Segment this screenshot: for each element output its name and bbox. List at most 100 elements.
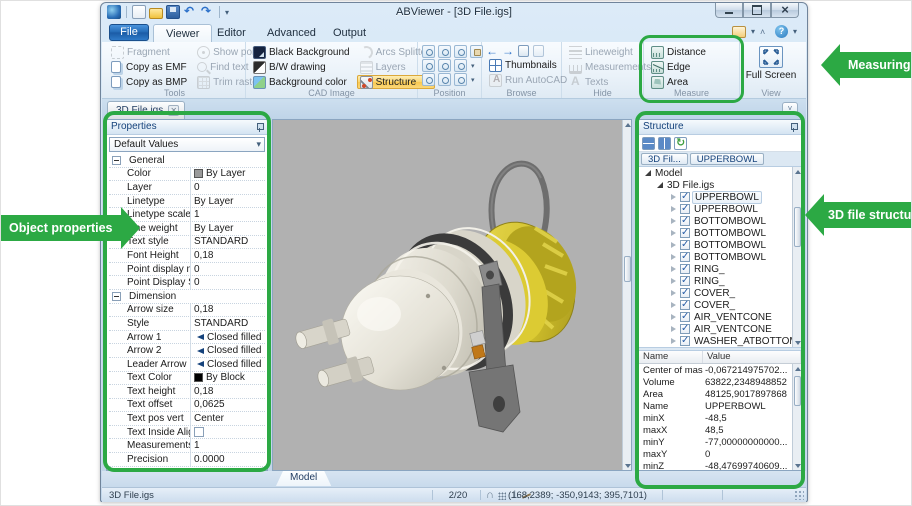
split-horizontal-icon[interactable] — [642, 137, 655, 150]
collapsed-icon[interactable] — [671, 254, 676, 260]
column-value[interactable]: Value — [703, 351, 801, 363]
close-tab-icon[interactable]: ✕ — [168, 105, 180, 116]
tree-node-model[interactable]: Model — [639, 167, 792, 179]
tab-advanced[interactable]: Advanced — [255, 24, 328, 42]
minimize-button[interactable] — [715, 3, 743, 18]
collapsed-icon[interactable] — [671, 338, 676, 344]
checkbox-icon[interactable] — [194, 427, 204, 438]
copy-as-bmp-button[interactable]: Copy as BMP — [108, 75, 190, 89]
panel-expander-icon[interactable]: ˅ — [782, 102, 798, 115]
checkbox-checked-icon[interactable] — [680, 311, 690, 322]
zoom-window-icon[interactable] — [438, 45, 451, 58]
scrollbar-thumb[interactable] — [794, 376, 801, 406]
property-value[interactable]: 0.0000 — [191, 454, 265, 465]
tree-item-bottombowl[interactable]: BOTTOMBOWL — [639, 227, 792, 239]
tree-item-ring[interactable]: RING_ — [639, 263, 792, 275]
maximize-button[interactable] — [743, 3, 771, 18]
viewport-3d[interactable] — [272, 119, 632, 471]
checkbox-checked-icon[interactable] — [680, 323, 690, 334]
property-value[interactable]: 0 — [191, 264, 265, 275]
collapsed-icon[interactable] — [671, 302, 676, 308]
breadcrumb-file[interactable]: 3D Fil... — [641, 153, 688, 165]
info-row-minx[interactable]: minX -48,5 — [639, 412, 792, 424]
previous-view-icon[interactable] — [422, 45, 435, 58]
property-value[interactable]: 1 — [191, 440, 265, 451]
scroll-down-icon[interactable] — [624, 461, 631, 470]
info-row-maxx[interactable]: maxX 48,5 — [639, 424, 792, 436]
background-color-button[interactable]: Background color — [250, 75, 353, 89]
expanded-icon[interactable] — [657, 182, 663, 188]
collapsed-icon[interactable] — [671, 218, 676, 224]
fit-to-screen-icon[interactable] — [438, 59, 451, 72]
checkbox-checked-icon[interactable] — [680, 299, 690, 310]
collapsed-icon[interactable] — [671, 290, 676, 296]
property-value[interactable]: Closed filled — [191, 332, 265, 343]
checkbox-checked-icon[interactable] — [680, 251, 690, 262]
scrollbar-thumb[interactable] — [794, 207, 801, 247]
property-value[interactable] — [191, 427, 265, 438]
tab-editor[interactable]: Editor — [205, 24, 258, 42]
tree-item-bottombowl[interactable]: BOTTOMBOWL — [639, 215, 792, 227]
checkbox-checked-icon[interactable] — [680, 263, 690, 274]
property-value[interactable]: STANDARD — [191, 318, 265, 329]
tree-item-bottombowl[interactable]: BOTTOMBOWL — [639, 239, 792, 251]
checkbox-checked-icon[interactable] — [680, 215, 690, 226]
view-3d-icon[interactable] — [422, 73, 435, 86]
collapse-icon[interactable] — [112, 155, 121, 165]
black-background-button[interactable]: Black Background — [250, 45, 353, 59]
rotate-icon[interactable] — [438, 73, 451, 86]
forward-icon[interactable]: → — [502, 45, 514, 57]
help-caret-icon[interactable]: ▾ — [793, 27, 797, 36]
file-menu-button[interactable]: File — [109, 24, 149, 41]
property-value[interactable]: 0,18 — [191, 250, 265, 261]
orbit-icon[interactable] — [454, 73, 467, 86]
collapsed-icon[interactable] — [671, 314, 676, 320]
collapsed-icon[interactable] — [671, 266, 676, 272]
collapsed-icon[interactable] — [671, 206, 676, 212]
info-row-maxy[interactable]: maxY 0 — [639, 448, 792, 460]
collapsed-icon[interactable] — [671, 326, 676, 332]
tree-scrollbar[interactable] — [792, 167, 801, 347]
checkbox-checked-icon[interactable] — [680, 203, 690, 214]
collapsed-icon[interactable] — [671, 278, 676, 284]
checkbox-checked-icon[interactable] — [680, 335, 690, 346]
property-value[interactable]: By Layer — [191, 223, 265, 234]
checkbox-checked-icon[interactable] — [680, 287, 690, 298]
split-vertical-icon[interactable] — [658, 137, 671, 150]
tree-item-cover[interactable]: COVER_ — [639, 299, 792, 311]
collapse-ribbon-icon[interactable]: ˄ — [760, 27, 770, 37]
scroll-up-icon[interactable] — [624, 120, 631, 129]
checkbox-checked-icon[interactable] — [680, 191, 690, 202]
scrollbar-thumb[interactable] — [624, 256, 631, 282]
property-value[interactable]: By Block — [191, 372, 265, 383]
expanded-icon[interactable] — [645, 170, 651, 176]
grid-snap-icon[interactable] — [498, 492, 506, 500]
model-sheet-tab[interactable]: Model — [276, 471, 331, 486]
pin-icon[interactable] — [789, 123, 798, 132]
tree-item-air-ventcone[interactable]: AIR_VENTCONE — [639, 323, 792, 335]
close-button[interactable] — [771, 3, 799, 18]
dropdown-caret-icon[interactable]: ▾ — [751, 27, 755, 36]
first-page-icon[interactable] — [518, 45, 529, 57]
property-value[interactable]: 1 — [191, 209, 265, 220]
last-page-icon[interactable] — [533, 45, 544, 57]
edge-button[interactable]: Edge — [648, 60, 709, 74]
back-icon[interactable]: ← — [486, 45, 498, 57]
resize-grip[interactable] — [794, 490, 804, 500]
tree-item-ring[interactable]: RING_ — [639, 275, 792, 287]
collapsed-icon[interactable] — [671, 194, 676, 200]
property-value[interactable]: 0,18 — [191, 386, 265, 397]
distance-button[interactable]: Distance — [648, 45, 709, 59]
info-row-minz[interactable]: minZ -48,47699740609... — [639, 460, 792, 471]
next-view-icon[interactable] — [422, 59, 435, 72]
property-value[interactable]: 0,18 — [191, 304, 265, 315]
property-value[interactable]: 0,0625 — [191, 399, 265, 410]
tab-viewer[interactable]: Viewer — [153, 24, 213, 42]
tree-item-upperbowl[interactable]: UPPERBOWL — [639, 203, 792, 215]
property-value[interactable]: By Layer — [191, 196, 265, 207]
tree-item-bottombowl[interactable]: BOTTOMBOWL — [639, 251, 792, 263]
property-value[interactable]: STANDARD — [191, 236, 265, 247]
tree-item-cover[interactable]: COVER_ — [639, 287, 792, 299]
collapsed-icon[interactable] — [671, 242, 676, 248]
pin-icon[interactable] — [255, 123, 264, 132]
